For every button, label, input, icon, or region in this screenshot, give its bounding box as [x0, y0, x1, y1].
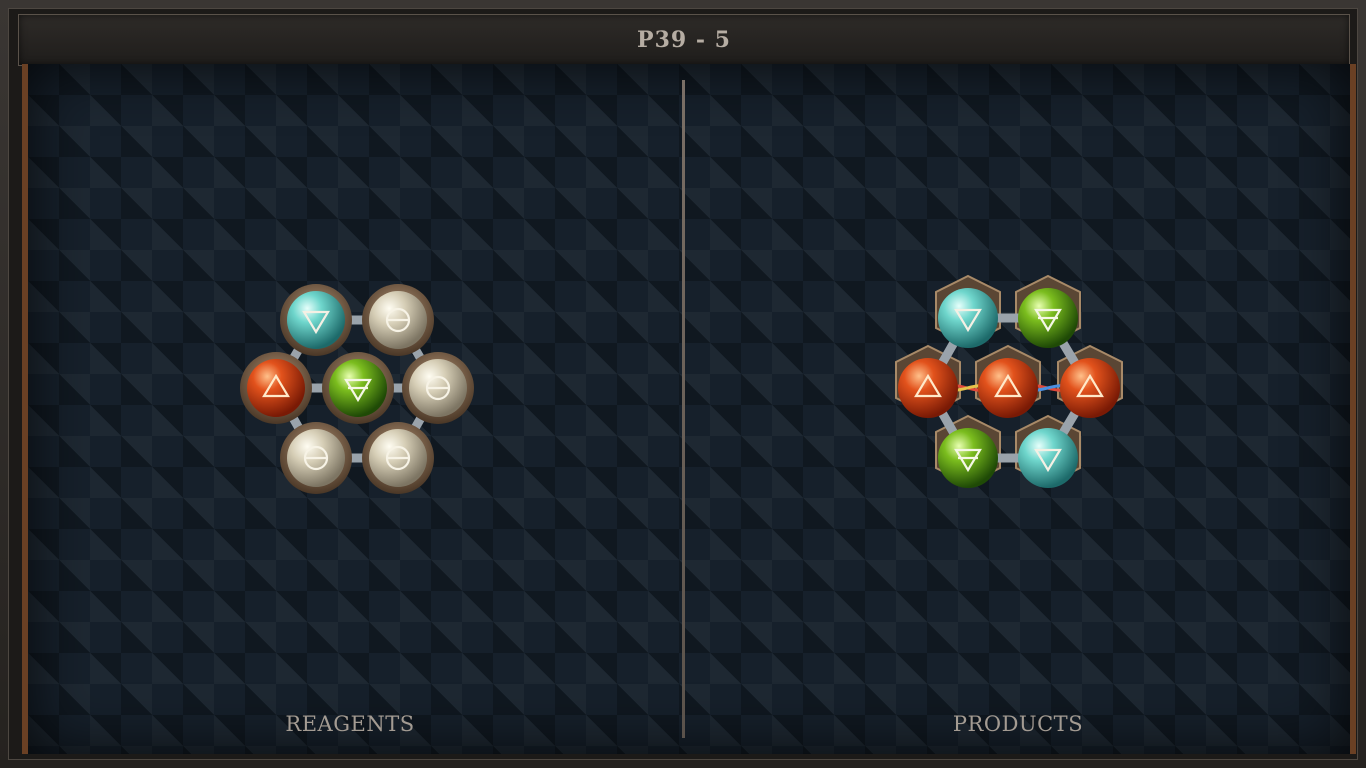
- atom-water[interactable]: [280, 284, 352, 356]
- reagents-label: REAGENTS: [285, 712, 415, 736]
- atom-water[interactable]: [938, 288, 998, 348]
- atom-salt[interactable]: [280, 422, 352, 494]
- atom-fire[interactable]: [1060, 358, 1120, 418]
- atom-salt[interactable]: [362, 284, 434, 356]
- atom-salt[interactable]: [402, 352, 474, 424]
- product-molecule: [895, 274, 1123, 488]
- atom-earth[interactable]: [1018, 288, 1078, 348]
- panel-divider: [682, 80, 685, 738]
- products-label: PRODUCTS: [952, 712, 1084, 736]
- atom-salt[interactable]: [362, 422, 434, 494]
- atom-earth[interactable]: [938, 428, 998, 488]
- atom-earth[interactable]: [322, 352, 394, 424]
- reagent-molecule: [240, 284, 474, 494]
- atom-fire[interactable]: [978, 358, 1038, 418]
- atom-fire[interactable]: [240, 352, 312, 424]
- puzzle-title: P39 - 5: [637, 27, 731, 53]
- title-bar: P39 - 5: [18, 14, 1350, 66]
- board-background: [22, 64, 1356, 754]
- atom-water[interactable]: [1018, 428, 1078, 488]
- atom-fire[interactable]: [898, 358, 958, 418]
